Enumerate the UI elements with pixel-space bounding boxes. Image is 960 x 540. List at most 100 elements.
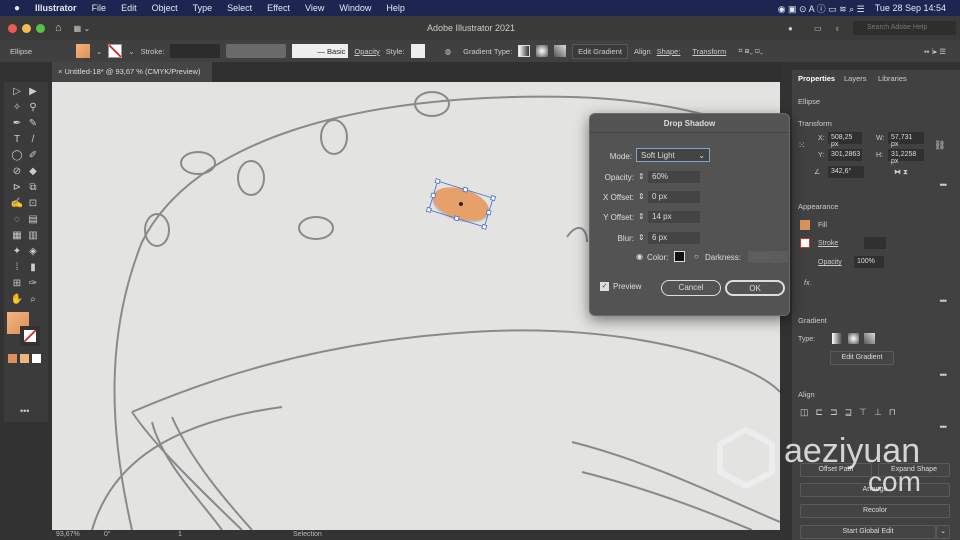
tab-layers[interactable]: Layers [844, 74, 867, 83]
darkness-radio[interactable]: ○ [694, 252, 699, 261]
tool-button[interactable]: ✍ [10, 198, 24, 210]
tool-button[interactable]: ⊡ [26, 198, 40, 210]
tool-button[interactable]: ▦ [10, 230, 24, 242]
linear-gradient-button[interactable] [832, 333, 843, 344]
panel-icon[interactable]: ▭ [814, 24, 822, 33]
tool-button[interactable]: ⌕ [26, 294, 40, 306]
variable-width[interactable] [226, 44, 287, 58]
tool-button[interactable]: ⁞ [10, 262, 24, 274]
tool-button[interactable]: ▥ [26, 230, 40, 242]
radial-gradient-button[interactable] [848, 333, 859, 344]
stepper-icon[interactable]: ⇕ [638, 233, 645, 242]
ok-button[interactable]: OK [725, 280, 785, 296]
minimize-window-button[interactable] [22, 23, 31, 33]
tool-button[interactable]: ✒ [10, 118, 24, 130]
opacity-input[interactable]: 100% [854, 256, 884, 268]
fill-swatch[interactable] [76, 44, 90, 58]
tool-button[interactable]: ▮ [26, 262, 40, 274]
tool-button[interactable]: ▶ [26, 86, 40, 98]
recolor-button[interactable]: Recolor [800, 504, 950, 518]
y-input[interactable]: 301,2863 [828, 149, 862, 161]
tool-button[interactable]: ⊘ [10, 166, 24, 178]
stepper-icon[interactable]: ⇕ [638, 212, 645, 221]
stepper-icon[interactable]: ⇕ [638, 192, 645, 201]
status-icons[interactable]: ◉ ▣ ⊙ A ⓘ ▭ ≋ ⌕ ☰ [778, 2, 865, 15]
reference-point-icon[interactable]: ⁙ [798, 140, 806, 151]
menu-help[interactable]: Help [386, 3, 405, 13]
y-offset-input[interactable]: 14 px [648, 211, 700, 223]
tool-button[interactable]: ◌ [10, 214, 24, 226]
mode-select[interactable]: Soft Light ⌄ [636, 148, 710, 162]
tool-button[interactable]: / [26, 134, 40, 146]
align-buttons[interactable]: ◫⊏⊐⊒⊤⊥⊓ [800, 407, 903, 418]
color-radio[interactable]: ◉ [636, 252, 643, 261]
tab-libraries[interactable]: Libraries [878, 74, 907, 83]
tool-button[interactable]: ◈ [26, 246, 40, 258]
tool-button[interactable]: ⊞ [10, 278, 24, 290]
stroke-color-box[interactable] [20, 326, 40, 346]
artboard-number[interactable]: 1 [178, 531, 182, 538]
menu-effect[interactable]: Effect [267, 3, 290, 13]
x-offset-input[interactable]: 0 px [648, 191, 700, 203]
menu-object[interactable]: Object [152, 3, 178, 13]
current-tool[interactable]: Selection [293, 531, 322, 538]
search-help-input[interactable]: Search Adobe Help [853, 21, 956, 35]
cancel-button[interactable]: Cancel [661, 280, 721, 296]
more-options-icon[interactable]: ••• [940, 180, 948, 190]
edit-gradient-button[interactable]: Edit Gradient [830, 351, 894, 365]
tool-button[interactable]: ✑ [26, 278, 40, 290]
style-swatch[interactable] [410, 44, 425, 58]
menu-window[interactable]: Window [339, 3, 371, 13]
user-icon[interactable]: ● [788, 24, 793, 33]
chevron-down-icon[interactable]: ⌄ [936, 525, 950, 539]
opacity-label[interactable]: Opacity [818, 259, 842, 266]
fx-button[interactable]: fx. [804, 280, 811, 287]
isolate-icon[interactable]: ⌗ ⊞⌄ ⊡⌄ [738, 46, 763, 56]
tool-button[interactable]: ◯ [10, 150, 24, 162]
document-tab[interactable]: × Untitled-18* @ 93,67 % (CMYK/Preview) [52, 62, 212, 82]
stroke-swatch[interactable] [108, 44, 123, 58]
apple-icon[interactable]: ● [14, 3, 20, 14]
color-mode-button[interactable] [32, 354, 41, 363]
freeform-gradient-button[interactable] [554, 45, 567, 57]
home-icon[interactable]: ⌂ [55, 22, 62, 34]
tool-button[interactable]: ▷ [10, 86, 24, 98]
flip-icons[interactable]: ⧓ ⧗ [894, 168, 908, 177]
align-button[interactable]: Align [634, 47, 651, 56]
brush-select[interactable]: — Basic [292, 44, 349, 58]
preview-checkbox[interactable]: ✓ [600, 282, 609, 291]
opacity-input[interactable]: 60% [648, 171, 700, 183]
tool-button[interactable]: ⚲ [26, 102, 40, 114]
shape-button[interactable]: Shape: [657, 47, 681, 56]
darkness-input[interactable]: 100% [748, 251, 788, 263]
tool-button[interactable]: ▤ [26, 214, 40, 226]
tool-button[interactable]: ✎ [26, 118, 40, 130]
linear-gradient-button[interactable] [518, 45, 531, 57]
tool-button[interactable]: ✦ [10, 246, 24, 258]
opacity-label[interactable]: Opacity [354, 47, 379, 56]
width-input[interactable]: 57,731 px [888, 132, 924, 148]
angle-input[interactable]: 342,6° [828, 166, 864, 178]
tool-button[interactable]: ✧ [10, 102, 24, 114]
tool-button[interactable]: ⧉ [26, 182, 40, 194]
tool-button[interactable]: ✋ [10, 294, 24, 306]
stepper-icon[interactable]: ⇕ [638, 172, 645, 181]
menu-edit[interactable]: Edit [121, 3, 137, 13]
zoom-level[interactable]: 93,67% [56, 531, 80, 538]
more-options-icon[interactable]: ••• [940, 370, 948, 380]
arrange-icons[interactable]: ▪▪ ⁞▸ ☰ [924, 47, 946, 56]
menu-select[interactable]: Select [227, 3, 252, 13]
selected-ellipse[interactable] [425, 178, 497, 230]
transform-button[interactable]: Transform [692, 47, 726, 56]
chevron-down-icon[interactable]: ⌄ [96, 47, 102, 56]
shadow-color-swatch[interactable] [674, 251, 685, 262]
x-input[interactable]: 508,25 px [828, 132, 862, 148]
menu-illustrator[interactable]: Illustrator [35, 3, 77, 13]
rotation-value[interactable]: 0° [104, 531, 111, 538]
stroke-weight-input[interactable] [864, 237, 886, 249]
menu-file[interactable]: File [92, 3, 107, 13]
edit-toolbar-icon[interactable]: ••• [20, 406, 29, 416]
workspace-icon[interactable]: ▦ ⌄ [74, 24, 90, 33]
constrain-proportions-icon[interactable]: ⛓ [934, 140, 945, 151]
stroke-label[interactable]: Stroke [818, 240, 838, 247]
